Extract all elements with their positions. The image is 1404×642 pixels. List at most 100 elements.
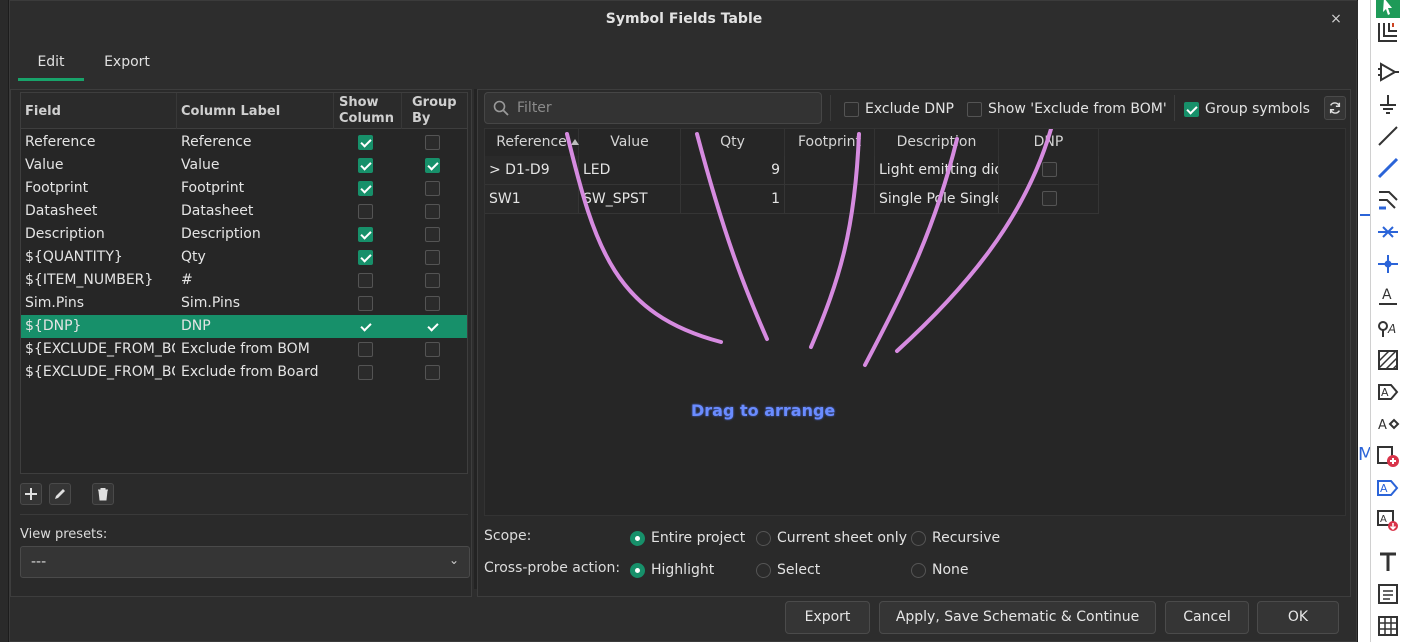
power-icon[interactable] [1374,90,1402,118]
column-header-value[interactable]: Value [579,129,681,156]
select-arrow-icon[interactable] [1374,0,1402,20]
symbol-row[interactable]: > D1-D9 LED 9 Light emitting dio [485,156,1099,185]
line-icon[interactable] [1374,122,1402,150]
field-name[interactable]: Sim.Pins [25,292,175,315]
cell-reference[interactable]: SW1 [485,185,579,214]
column-header-reference[interactable]: Reference [485,129,579,156]
cross-probe-highlight[interactable]: Highlight [630,561,714,579]
show-column-checkbox[interactable] [358,319,373,334]
group-by-checkbox[interactable] [425,319,440,334]
import-sheet-pin-icon[interactable]: A [1374,506,1402,534]
field-column-label[interactable]: Sim.Pins [181,292,331,315]
junction-icon[interactable] [1374,250,1402,278]
add-sheet-icon[interactable] [1374,442,1402,470]
cell-footprint[interactable] [785,185,875,214]
add-field-button[interactable] [20,483,42,505]
filter-field[interactable] [484,92,822,124]
group-by-checkbox[interactable] [425,204,440,219]
cell-qty[interactable]: 1 [681,185,785,214]
field-name[interactable]: ${DNP} [25,315,175,338]
group-by-checkbox[interactable] [425,342,440,357]
radio-button[interactable] [911,562,926,578]
field-column-label[interactable]: Datasheet [181,200,331,223]
group-by-checkbox[interactable] [425,365,440,380]
cell-value[interactable]: SW_SPST [579,185,681,214]
show-column-checkbox[interactable] [358,273,373,288]
hier-label-icon[interactable]: A [1374,410,1402,438]
export-button[interactable]: Export [785,601,870,634]
filter-input[interactable] [515,97,815,119]
field-name[interactable]: Description [25,223,175,246]
header-group-by[interactable]: Group By [412,93,462,129]
view-presets-select[interactable]: --- ⌄ [20,546,470,578]
dnp-checkbox[interactable] [1042,162,1057,177]
scope-entire-project[interactable]: Entire project [630,529,745,547]
field-row[interactable]: Footprint Footprint [21,177,467,200]
refresh-button[interactable] [1324,96,1346,120]
field-column-label[interactable]: Value [181,154,331,177]
group-by-checkbox[interactable] [425,273,440,288]
field-column-label[interactable]: Exclude from BOM [181,338,331,361]
show-column-checkbox[interactable] [358,181,373,196]
text-icon[interactable] [1374,548,1402,576]
cell-value[interactable]: LED [579,156,681,185]
header-field[interactable]: Field [25,93,61,129]
cancel-button[interactable]: Cancel [1165,601,1249,634]
group-by-checkbox[interactable] [425,181,440,196]
ok-button[interactable]: OK [1257,601,1339,634]
show-column-checkbox[interactable] [358,158,373,173]
radio-button[interactable] [756,562,771,578]
hierarchy-icon[interactable] [1374,18,1402,46]
cell-dnp[interactable] [999,156,1099,185]
field-row[interactable]: Datasheet Datasheet [21,200,467,223]
field-column-label[interactable]: Qty [181,246,331,269]
field-name[interactable]: Reference [25,131,175,154]
field-column-label[interactable]: Description [181,223,331,246]
show-column-checkbox[interactable] [358,250,373,265]
field-row[interactable]: Sim.Pins Sim.Pins [21,292,467,315]
cross-probe-select[interactable]: Select [756,561,820,579]
apply-save-continue-button[interactable]: Apply, Save Schematic & Continue [879,601,1156,634]
show-exclude-bom-option[interactable]: Show 'Exclude from BOM' [967,100,1167,118]
field-row[interactable]: Value Value [21,154,467,177]
table-icon[interactable] [1374,612,1402,640]
field-name[interactable]: Footprint [25,177,175,200]
cell-description[interactable]: Single Pole Single T [875,185,999,214]
field-column-label[interactable]: Footprint [181,177,331,200]
show-column-checkbox[interactable] [358,227,373,242]
symbol-row[interactable]: SW1SW_SPST1 Single Pole Single T [485,185,1099,214]
group-by-checkbox[interactable] [425,135,440,150]
show-column-checkbox[interactable] [358,342,373,357]
rename-field-button[interactable] [49,483,71,505]
radio-button[interactable] [630,562,645,578]
tab-edit[interactable]: Edit [18,45,84,81]
header-show-column[interactable]: Show Column [339,93,394,129]
field-column-label[interactable]: Exclude from Board [181,361,331,384]
label-icon[interactable]: A [1374,282,1402,310]
radio-button[interactable] [756,530,771,546]
close-icon[interactable]: × [1326,9,1346,29]
field-column-label[interactable]: Reference [181,131,331,154]
group-symbols-checkbox[interactable] [1184,101,1199,117]
group-by-checkbox[interactable] [425,227,440,242]
field-name[interactable]: ${EXCLUDE_FROM_BO [25,338,175,361]
radio-button[interactable] [911,530,926,546]
exclude-dnp-option[interactable]: Exclude DNP [844,100,954,118]
field-column-label[interactable]: DNP [181,315,331,338]
field-row[interactable]: ${EXCLUDE_FROM_BO Exclude from Board [21,361,467,384]
show-column-checkbox[interactable] [358,135,373,150]
field-column-label[interactable]: # [181,269,331,292]
group-by-checkbox[interactable] [425,296,440,311]
field-name[interactable]: ${EXCLUDE_FROM_BO [25,361,175,384]
field-row[interactable]: ${EXCLUDE_FROM_BO Exclude from BOM [21,338,467,361]
cell-footprint[interactable] [785,156,875,185]
cross-probe-none[interactable]: None [911,561,969,579]
column-header-dnp[interactable]: DNP [999,129,1099,156]
field-name[interactable]: ${ITEM_NUMBER} [25,269,175,292]
cell-reference[interactable]: > D1-D9 [485,156,579,185]
wire-icon[interactable] [1374,154,1402,182]
header-column-label[interactable]: Column Label [181,93,280,129]
field-name[interactable]: Datasheet [25,200,175,223]
show-column-checkbox[interactable] [358,296,373,311]
group-by-checkbox[interactable] [425,250,440,265]
